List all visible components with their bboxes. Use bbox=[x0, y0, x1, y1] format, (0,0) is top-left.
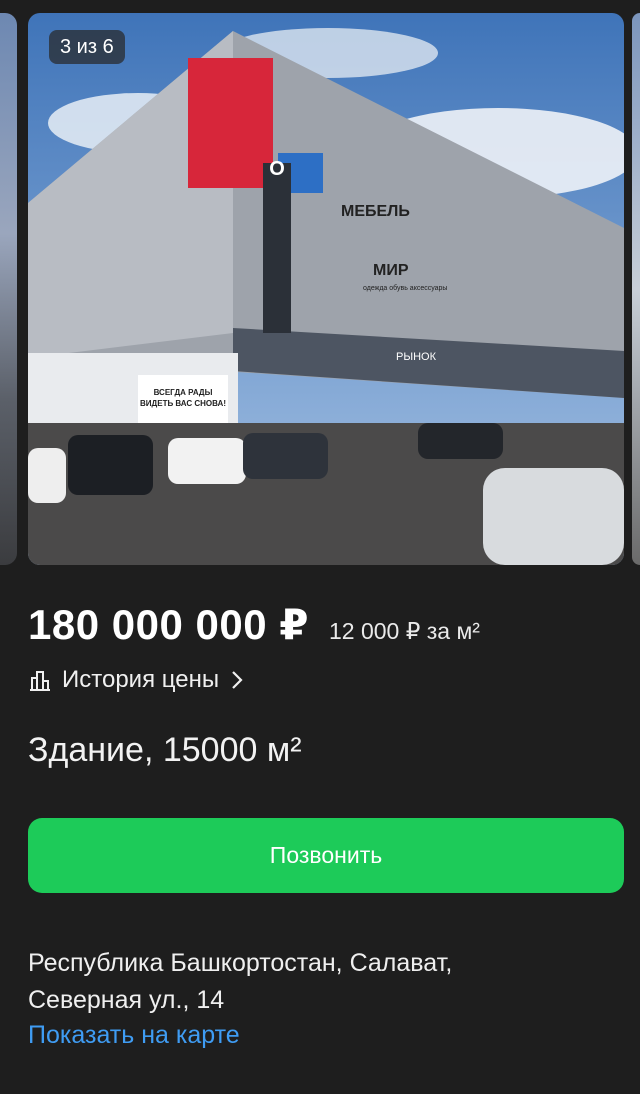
photo-gallery[interactable]: О МЕБЕЛЬ МИР одежда обувь аксессуары РЫН… bbox=[0, 0, 640, 580]
price-history-link[interactable]: История цены bbox=[28, 666, 243, 694]
address-line-1: Республика Башкортостан, Салават, bbox=[28, 949, 453, 977]
price-per-m2: 12 000 ₽ за м² bbox=[328, 618, 480, 644]
call-button[interactable]: Позвонить bbox=[28, 818, 624, 893]
show-on-map-link[interactable]: Показать на карте bbox=[28, 1021, 240, 1050]
banner-line-2: ВИДЕТЬ ВАС СНОВА! bbox=[140, 399, 226, 408]
previous-photo-peek[interactable] bbox=[0, 13, 17, 565]
sign-mir-sub: одежда обувь аксессуары bbox=[363, 284, 447, 292]
chevron-right-icon bbox=[232, 671, 243, 689]
address-line-2: Северная ул., 14 bbox=[28, 986, 225, 1014]
address: Республика Башкортостан, Салават, Северн… bbox=[28, 945, 608, 1019]
price: 180 000 000 ₽ bbox=[28, 601, 309, 648]
sign-rynok: РЫНОК bbox=[396, 351, 437, 363]
sign-mir: МИР bbox=[373, 262, 409, 279]
photo-counter: 3 из 6 bbox=[49, 30, 125, 64]
listing-title: Здание, 15000 м² bbox=[28, 731, 302, 769]
banner-line-1: ВСЕГДА РАДЫ bbox=[154, 388, 213, 397]
sign-brand-letter-1: О bbox=[269, 158, 285, 180]
price-history-label: История цены bbox=[62, 666, 220, 693]
price-row: 180 000 000 ₽ 12 000 ₽ за м² bbox=[28, 600, 480, 649]
sign-mebel: МЕБЕЛЬ bbox=[341, 203, 410, 220]
listing-photo[interactable]: О МЕБЕЛЬ МИР одежда обувь аксессуары РЫН… bbox=[28, 13, 624, 565]
next-photo-peek[interactable] bbox=[632, 13, 640, 565]
price-history-icon bbox=[30, 671, 50, 691]
